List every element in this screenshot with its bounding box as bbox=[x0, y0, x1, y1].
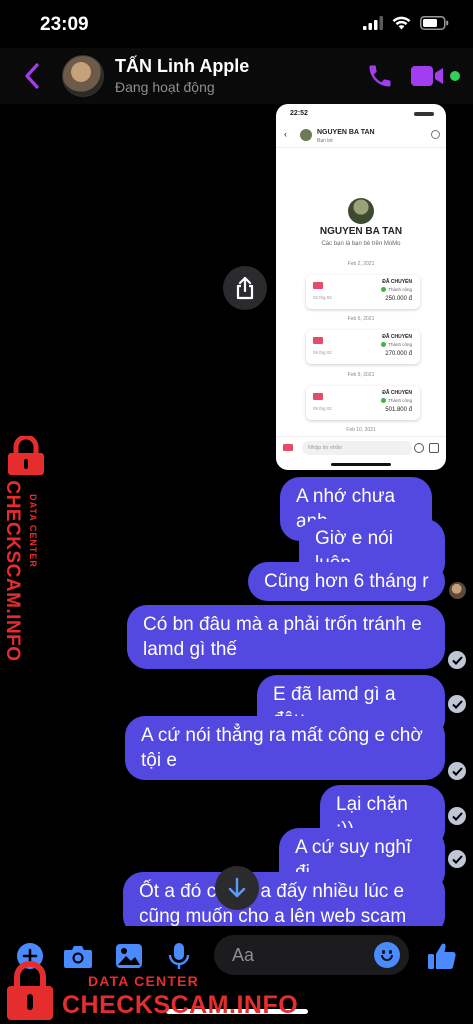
money-icon bbox=[313, 393, 323, 400]
read-receipt-icon bbox=[448, 850, 466, 868]
emoji-icon bbox=[414, 443, 424, 453]
transfer-state: Thành công bbox=[381, 398, 412, 403]
shared-image-contact-sub: Bạn bè bbox=[317, 138, 333, 144]
watermark-side-label: DATA CENTER bbox=[28, 494, 38, 568]
chevron-left-icon bbox=[25, 63, 39, 89]
transfer-date: Feb 6, 2021 bbox=[347, 316, 375, 322]
money-icon bbox=[313, 337, 323, 344]
transfer-sub: 09 thg 02 bbox=[313, 406, 332, 411]
read-receipt-icon bbox=[448, 762, 466, 780]
chevron-left-icon: ‹ bbox=[284, 129, 287, 139]
shared-image-input-row: Nhập tin nhắn bbox=[276, 436, 446, 458]
status-time: 23:09 bbox=[40, 14, 89, 35]
transfer-state: Thành công bbox=[381, 287, 412, 292]
contact-name[interactable]: TẤN Linh Apple bbox=[115, 56, 249, 77]
thumbs-up-icon bbox=[428, 943, 456, 969]
shared-image-header: ‹ NGUYEN BA TAN Bạn bè bbox=[276, 122, 446, 148]
transfer-sub: 06 thg 02 bbox=[313, 350, 332, 355]
shared-image-profile-avatar bbox=[348, 198, 374, 224]
transfer-title: ĐÃ CHUYỂN bbox=[382, 390, 412, 396]
like-button[interactable] bbox=[426, 940, 458, 972]
watermark-bottom: DATA CENTER CHECKSCAM.INFO bbox=[0, 960, 300, 1022]
transfer-card: 02 thg 02 ĐÃ CHUYỂN Thành công 250.000 đ bbox=[306, 275, 420, 309]
money-icon bbox=[283, 444, 293, 451]
shared-image-status-icons bbox=[414, 112, 434, 116]
watermark-side-url: CHECKSCAM.INFO bbox=[2, 480, 23, 662]
transfer-sub: 02 thg 02 bbox=[313, 295, 332, 300]
shared-image-profile-desc: Các bạn là bạn bè trên MoMo bbox=[321, 241, 401, 247]
shared-image-contact-name: NGUYEN BA TAN bbox=[317, 129, 375, 136]
video-call-button[interactable] bbox=[410, 63, 444, 89]
watermark-side: CHECKSCAM.INFO DATA CENTER bbox=[0, 436, 60, 666]
arrow-down-icon bbox=[228, 877, 246, 898]
read-receipt-icon bbox=[448, 651, 466, 669]
share-button[interactable] bbox=[223, 266, 267, 310]
transfer-amount: 270.000 đ bbox=[385, 351, 412, 357]
read-receipt-icon bbox=[448, 695, 466, 713]
transfer-card: 09 thg 02 ĐÃ CHUYỂN Thành công 501.800 đ bbox=[306, 386, 420, 420]
shared-image-input: Nhập tin nhắn bbox=[302, 441, 412, 455]
battery-icon bbox=[420, 16, 449, 30]
transfer-date: Feb 2, 2021 bbox=[347, 261, 375, 267]
transfer-date: Feb 9, 2021 bbox=[347, 372, 375, 378]
shared-image-avatar bbox=[300, 129, 312, 141]
emoji-icon[interactable] bbox=[374, 942, 400, 968]
shared-image-home-indicator bbox=[331, 463, 391, 466]
transfer-title: ĐÃ CHUYỂN bbox=[382, 279, 412, 285]
video-camera-icon bbox=[411, 66, 443, 86]
money-icon bbox=[313, 282, 323, 289]
read-receipt-icon bbox=[448, 807, 466, 825]
seen-avatar bbox=[449, 582, 466, 599]
share-icon bbox=[236, 276, 254, 300]
watermark-bottom-url: CHECKSCAM.INFO bbox=[62, 991, 299, 1019]
message-bubble[interactable]: Có bn đâu mà a phải trốn tránh e lamd gì… bbox=[127, 605, 445, 669]
phone-icon bbox=[369, 65, 391, 87]
chat-header: TẤN Linh Apple Đang hoạt động bbox=[0, 48, 473, 104]
back-button[interactable] bbox=[18, 60, 46, 92]
contact-status: Đang hoạt động bbox=[115, 79, 215, 95]
shared-image[interactable]: 22:52 ‹ NGUYEN BA TAN Bạn bè NGUYEN BA T… bbox=[276, 104, 446, 470]
contact-avatar[interactable] bbox=[62, 55, 104, 97]
info-icon bbox=[431, 130, 440, 139]
scroll-to-bottom-button[interactable] bbox=[215, 866, 259, 910]
watermark-bottom-label: DATA CENTER bbox=[88, 973, 199, 989]
wifi-icon bbox=[392, 16, 411, 30]
signal-icon bbox=[363, 16, 383, 30]
transfer-amount: 501.800 đ bbox=[385, 407, 412, 413]
shared-image-time: 22:52 bbox=[290, 110, 308, 117]
shared-image-profile-name: NGUYEN BA TAN bbox=[319, 226, 403, 237]
transfer-amount: 250.000 đ bbox=[385, 296, 412, 302]
lock-icon bbox=[8, 436, 44, 475]
status-bar: 23:09 bbox=[0, 0, 473, 48]
transfer-card: 06 thg 02 ĐÃ CHUYỂN Thành công 270.000 đ bbox=[306, 330, 420, 364]
status-icons bbox=[363, 16, 449, 30]
transfer-state: Thành công bbox=[381, 342, 412, 347]
message-bubble[interactable]: A cứ nói thẳng ra mất công e chờ tội e bbox=[125, 716, 445, 780]
lock-icon bbox=[7, 961, 53, 1020]
image-icon bbox=[429, 443, 439, 453]
transfer-date: Feb 10, 2021 bbox=[346, 427, 376, 433]
online-indicator bbox=[450, 71, 460, 81]
transfer-title: ĐÃ CHUYỂN bbox=[382, 334, 412, 340]
message-bubble[interactable]: Cũng hơn 6 tháng r bbox=[248, 562, 445, 601]
voice-call-button[interactable] bbox=[366, 62, 394, 90]
